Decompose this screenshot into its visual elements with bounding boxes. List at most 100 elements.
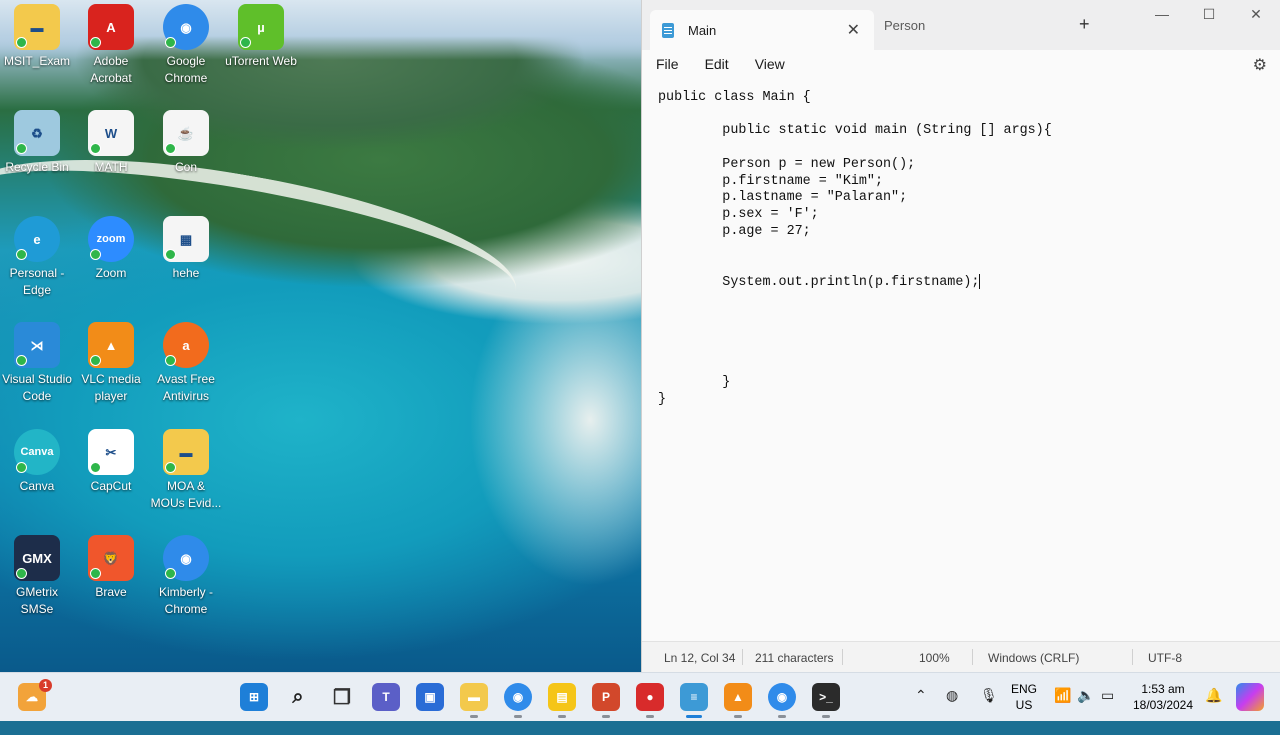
sync-check-icon (16, 143, 27, 154)
volume-icon[interactable]: 🔈 (1077, 687, 1094, 735)
vlc-icon[interactable]: ▲ (724, 683, 752, 711)
desktop-icon-label: Recycle Bin (5, 160, 69, 174)
microphone-icon[interactable]: 🎙 (980, 687, 998, 735)
notification-bell-icon[interactable]: 🔔 (1205, 687, 1222, 735)
teams-icon[interactable]: T (372, 683, 400, 711)
notepad-icon[interactable]: ≡ (680, 683, 708, 711)
desktop-icon-label: CapCut (90, 479, 132, 493)
weather-widget[interactable]: ☁ 1 (18, 679, 52, 711)
sync-check-icon (16, 462, 27, 473)
sync-check-icon (16, 568, 27, 579)
sync-check-icon (240, 37, 251, 48)
powerpoint-icon[interactable]: P (592, 683, 620, 711)
chrome-icon[interactable]: ◉ (504, 683, 532, 711)
language-indicator[interactable]: ENG US (1008, 681, 1040, 713)
desktop-icon-con[interactable]: ☕ Con (149, 110, 223, 176)
sync-check-icon (165, 37, 176, 48)
minimize-button[interactable]: — (1142, 6, 1182, 22)
status-divider (742, 649, 743, 665)
close-window-button[interactable]: ✕ (1236, 6, 1276, 23)
network-warning-icon[interactable]: ◍ (946, 687, 958, 735)
sync-check-icon (165, 462, 176, 473)
desktop-icon-visual-studio-code[interactable]: ⋊ Visual Studio Code (0, 322, 74, 405)
edge-icon: e (14, 216, 60, 262)
desktop-icon-math[interactable]: W MATH (74, 110, 148, 176)
chrome-profile-icon[interactable]: ◉ (768, 683, 796, 711)
avast-icon: a (163, 322, 209, 368)
desktop-icon-adobe-acrobat[interactable]: A Adobe Acrobat (74, 4, 148, 87)
sync-check-icon (90, 355, 101, 366)
new-tab-button[interactable]: + (1079, 14, 1090, 35)
zoom-level[interactable]: 100% (919, 651, 950, 665)
clock-date: 18/03/2024 (1132, 698, 1194, 712)
running-indicator (646, 715, 654, 718)
desktop-icon-hehe[interactable]: ▦ hehe (149, 216, 223, 282)
file-explorer-icon[interactable]: ▬ (460, 683, 488, 711)
sticky-notes-icon[interactable]: ▤ (548, 683, 576, 711)
weather-cloud-icon: ☁ (26, 690, 38, 704)
menu-edit[interactable]: Edit (705, 56, 729, 72)
tab-person[interactable]: Person (884, 10, 925, 40)
notepad-icon (662, 22, 674, 38)
desktop-icon-recycle-bin[interactable]: ♻ Recycle Bin (0, 110, 74, 176)
screen-recorder-icon[interactable]: ● (636, 683, 664, 711)
desktop-icon-canva[interactable]: Canva Canva (0, 429, 74, 495)
desktop-icon-label: uTorrent Web (225, 54, 297, 68)
desktop-icon-label: MSIT_Exam (3, 54, 70, 68)
vlc-icon: ▲ (88, 322, 134, 368)
sync-check-icon (16, 249, 27, 260)
close-tab-icon[interactable]: ✕ (847, 20, 860, 40)
sync-check-icon (90, 249, 101, 260)
tab-main[interactable]: Main ✕ (650, 10, 874, 50)
desktop-icon-utorrent-web[interactable]: µ uTorrent Web (224, 4, 298, 70)
line-endings[interactable]: Windows (CRLF) (988, 651, 1079, 665)
desktop-icon-zoom[interactable]: zoom Zoom (74, 216, 148, 282)
desktop-icon-moa-mous-evid[interactable]: ▬ MOA & MOUs Evid... (149, 429, 223, 512)
chevron-up-icon[interactable]: ⌃ (915, 687, 927, 735)
desktop-icon-gmetrix-smse[interactable]: GMX GMetrix SMSe (0, 535, 74, 618)
code-text-tail: } } (658, 375, 731, 407)
capcut-icon: ✂ (88, 429, 134, 475)
sync-check-icon (165, 143, 176, 154)
menu-file[interactable]: File (656, 56, 679, 72)
desktop-icon-kimberly-chrome[interactable]: ◉ Kimberly - Chrome (149, 535, 223, 618)
desktop-icon-personal-edge[interactable]: e Personal - Edge (0, 216, 74, 299)
status-divider (842, 649, 843, 665)
encoding[interactable]: UTF-8 (1148, 651, 1182, 665)
desktop-icon-google-chrome[interactable]: ◉ Google Chrome (149, 4, 223, 87)
taskbar: ☁ 1 ⊞ ⌕ ❐ T ▣ ▬ ◉ ▤ P ● ≡ ▲ ◉ >_ ⌃ ◍ 🎙 ENG US 📶 🔈 ▭ 1… (0, 672, 1280, 721)
maximize-button[interactable]: ☐ (1189, 6, 1229, 23)
cursor-position: Ln 12, Col 34 (664, 651, 736, 665)
sync-check-icon (90, 568, 101, 579)
task-view-icon[interactable]: ❐ (328, 683, 356, 711)
desktop-icon-capcut[interactable]: ✂ CapCut (74, 429, 148, 495)
desktop-icon-label: Canva (19, 479, 55, 493)
search-icon[interactable]: ⌕ (284, 683, 312, 711)
desktop-icon-vlc-media-player[interactable]: ▲ VLC media player (74, 322, 148, 405)
store-icon[interactable]: ▣ (416, 683, 444, 711)
terminal-icon[interactable]: >_ (812, 683, 840, 711)
status-divider (1132, 649, 1133, 665)
text-caret (979, 273, 981, 289)
menu-view[interactable]: View (755, 56, 785, 72)
sync-check-icon (165, 568, 176, 579)
clock[interactable]: 1:53 am 18/03/2024 (1129, 681, 1197, 713)
desktop-icon-msit-exam[interactable]: ▬ MSIT_Exam (0, 4, 74, 70)
start-icon[interactable]: ⊞ (240, 683, 268, 711)
language-line2: US (1015, 698, 1033, 712)
desktop-icon-label: Kimberly - Chrome (158, 585, 213, 616)
folder-icon: ▬ (14, 4, 60, 50)
settings-gear-icon[interactable]: ⚙ (1253, 55, 1267, 75)
chrome-icon: ◉ (163, 4, 209, 50)
canva-icon: Canva (14, 429, 60, 475)
text-editor[interactable]: public class Main { public static void m… (642, 78, 1280, 642)
battery-icon[interactable]: ▭ (1101, 687, 1114, 735)
running-indicator (822, 715, 830, 718)
copilot-icon[interactable] (1236, 683, 1264, 711)
desktop-icon-label: Avast Free Antivirus (157, 372, 215, 403)
vscode-icon: ⋊ (14, 322, 60, 368)
desktop-icon-label: VLC media player (81, 372, 141, 403)
desktop-icon-brave[interactable]: 🦁 Brave (74, 535, 148, 601)
wifi-icon[interactable]: 📶 (1054, 687, 1071, 735)
desktop-icon-avast-free-antivirus[interactable]: a Avast Free Antivirus (149, 322, 223, 405)
